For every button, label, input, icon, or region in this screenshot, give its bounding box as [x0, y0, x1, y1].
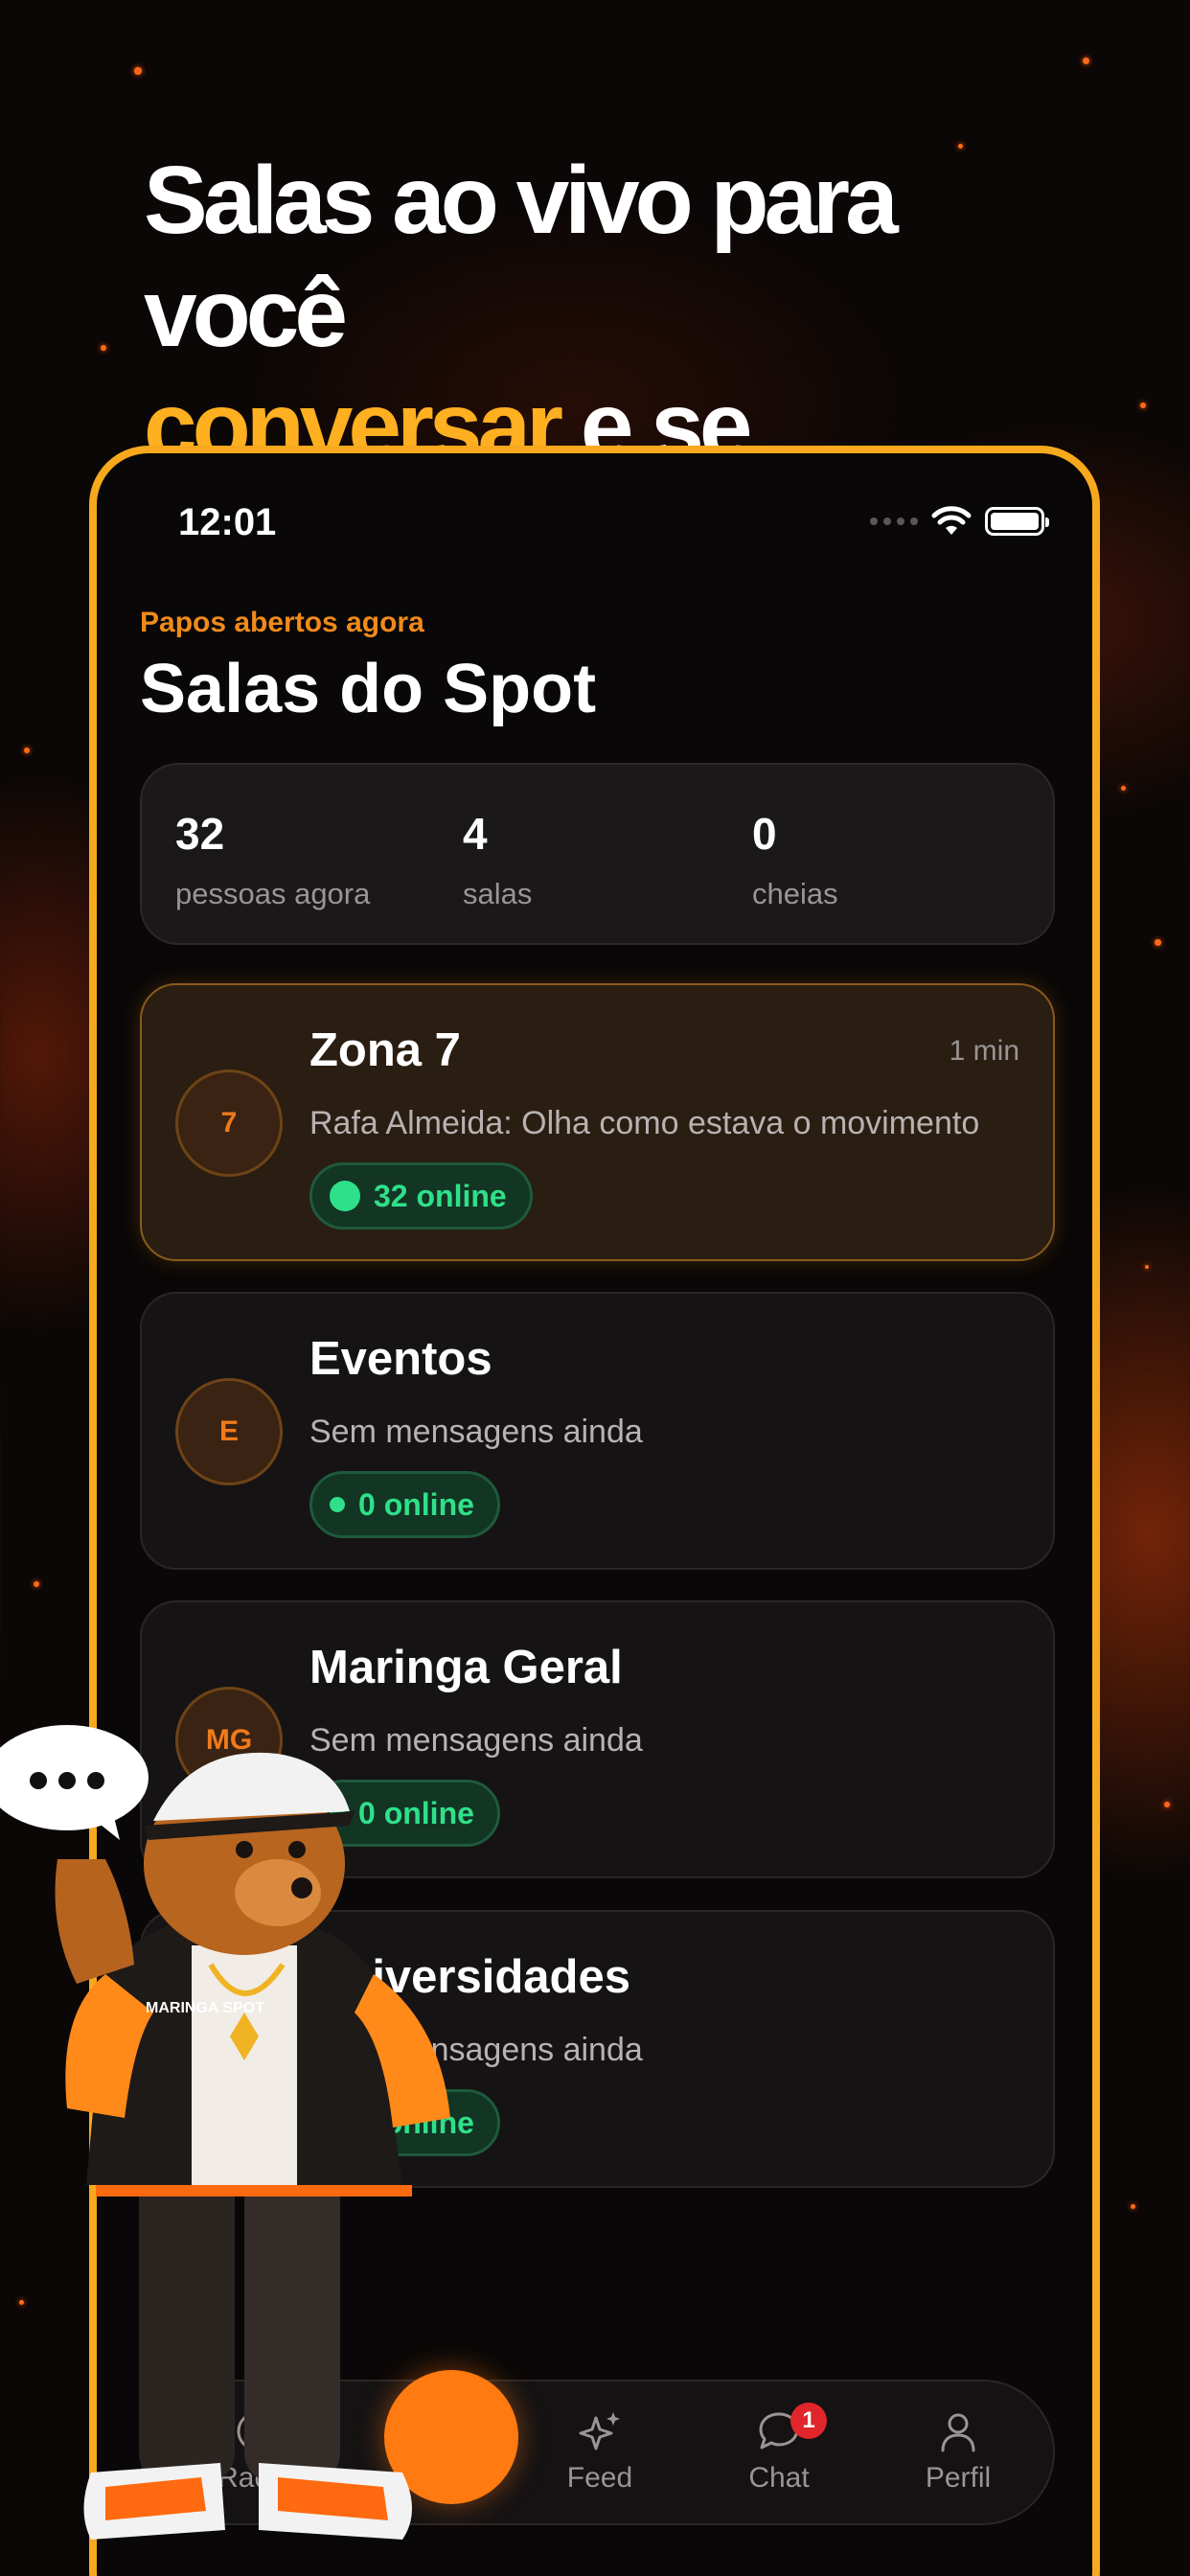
room-name: Eventos — [309, 1333, 492, 1385]
online-count: 32 online — [374, 1178, 507, 1213]
online-dot-icon — [330, 1497, 345, 1512]
room-avatar: E — [175, 1378, 283, 1485]
sparkle-icon — [579, 2412, 620, 2450]
eyebrow: Papos abertos agora — [140, 607, 424, 638]
room-name: Zona 7 — [309, 1024, 461, 1076]
tab-label: Feed — [566, 2462, 633, 2494]
room-last-message: Sem mensagens ainda — [309, 1414, 643, 1450]
bear-mascot-illustration: MARINGA SPOT — [0, 1725, 450, 2540]
stat-value: 32 — [175, 809, 225, 859]
tab-chat[interactable]: 1 Chat — [702, 2403, 856, 2495]
stat-label: pessoas agora — [175, 877, 371, 910]
room-time: 1 min — [949, 1035, 1019, 1067]
stat-label: cheias — [752, 877, 838, 910]
room-avatar: 7 — [175, 1070, 283, 1177]
tab-label: Perfil — [925, 2462, 992, 2494]
room-card-eventos[interactable]: E Eventos Sem mensagens ainda 0 online — [140, 1292, 1055, 1570]
tab-perfil[interactable]: Perfil — [881, 2408, 1035, 2495]
person-icon — [941, 2413, 975, 2452]
stat-value: 0 — [752, 809, 777, 859]
signal-icon — [870, 518, 918, 525]
wifi-icon — [931, 506, 972, 535]
online-dot-icon — [330, 1181, 360, 1211]
stat-label: salas — [463, 877, 533, 910]
stat-rooms: 4 salas — [463, 808, 532, 911]
headline-line-1: Salas ao vivo para você — [144, 147, 899, 367]
chat-badge: 1 — [790, 2403, 827, 2439]
jacket-text: MARINGA SPOT — [146, 2000, 264, 2016]
room-last-message: Rafa Almeida: Olha como estava o movimen… — [309, 1105, 980, 1141]
stat-full: 0 cheias — [752, 808, 838, 911]
tab-feed[interactable]: Feed — [523, 2408, 676, 2495]
status-icons — [870, 506, 1049, 537]
online-badge: 32 online — [309, 1162, 533, 1230]
online-badge: 0 online — [309, 1471, 500, 1538]
stat-people: 32 pessoas agora — [175, 808, 370, 911]
battery-icon — [985, 507, 1049, 536]
room-name: Maringa Geral — [309, 1642, 623, 1693]
room-card-zona-7[interactable]: 7 Zona 7 1 min Rafa Almeida: Olha como e… — [140, 983, 1055, 1261]
stat-value: 4 — [463, 809, 488, 859]
tab-label: Chat — [748, 2462, 810, 2494]
stats-card: 32 pessoas agora 4 salas 0 cheias — [140, 763, 1055, 945]
online-count: 0 online — [358, 1486, 474, 1522]
page-title: Salas do Spot — [140, 651, 597, 727]
status-time: 12:01 — [178, 501, 277, 543]
